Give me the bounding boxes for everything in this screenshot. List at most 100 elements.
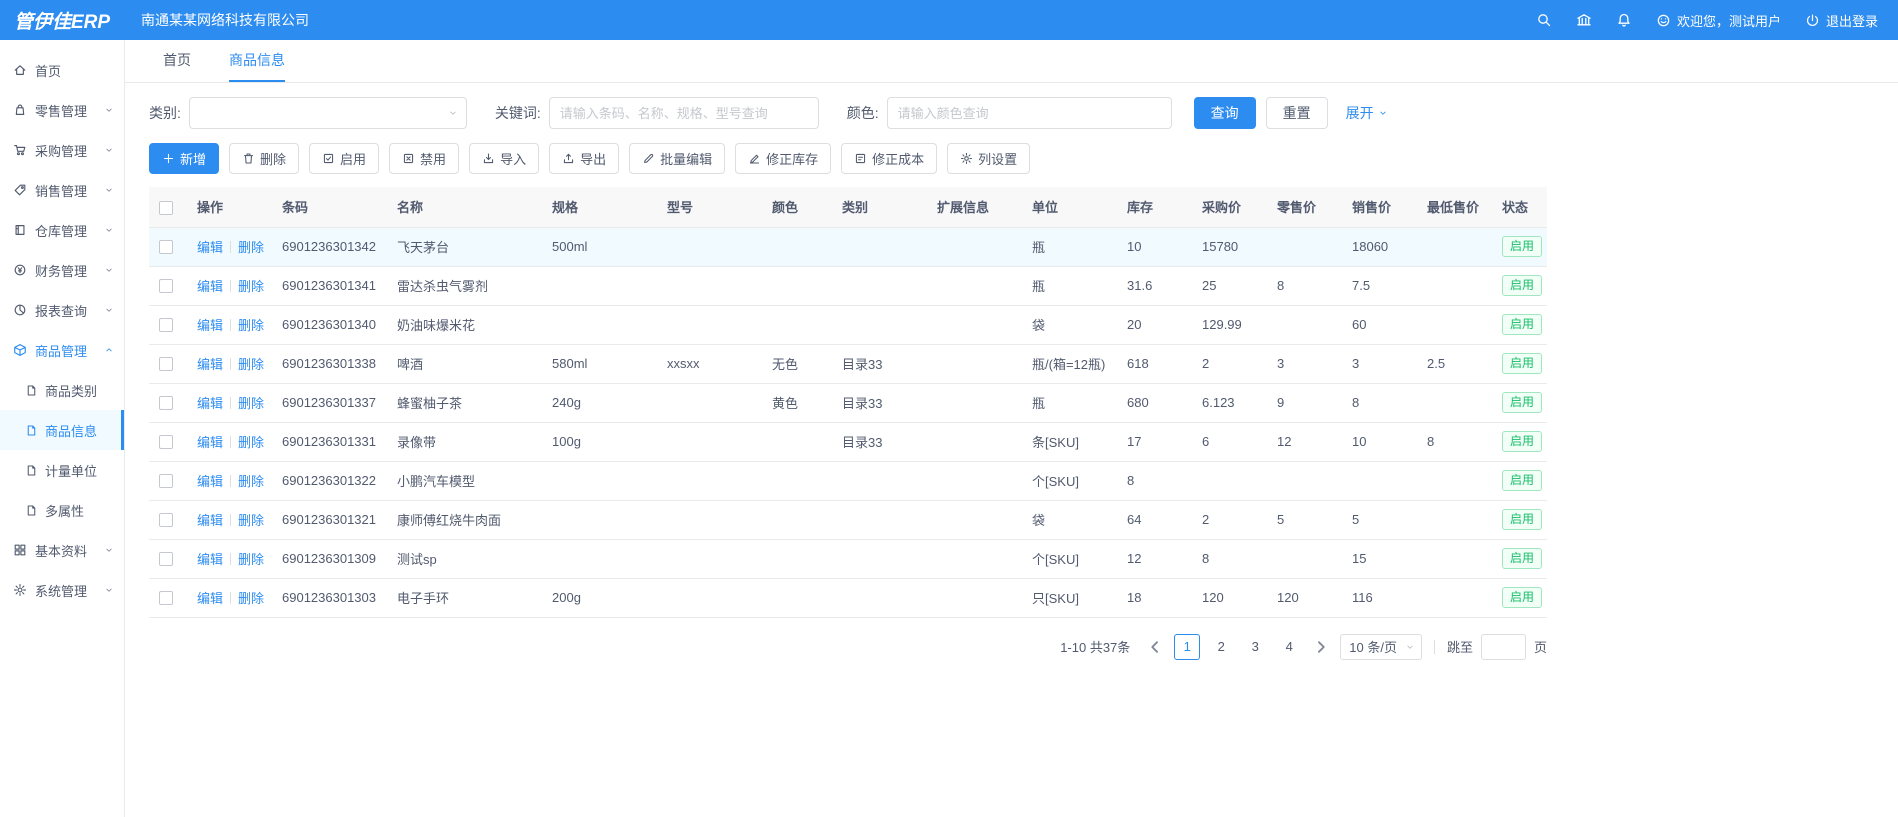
doc-icon — [25, 464, 38, 477]
fix-cost-button[interactable]: 修正成本 — [841, 143, 937, 174]
page-button-1[interactable]: 1 — [1174, 634, 1200, 660]
tab-home[interactable]: 首页 — [163, 40, 191, 82]
sidebar-subitem-product-category[interactable]: 商品类别 — [0, 370, 124, 410]
bank-icon[interactable] — [1576, 12, 1592, 28]
delete-link[interactable]: 删除 — [238, 240, 264, 255]
cell-barcode: 6901236301321 — [272, 500, 387, 539]
retail-icon — [13, 103, 27, 117]
color-input[interactable] — [887, 97, 1172, 129]
cell-color — [762, 578, 832, 617]
sidebar-subitem-measure-unit[interactable]: 计量单位 — [0, 450, 124, 490]
jump-page-input[interactable] — [1481, 634, 1526, 660]
table-row: 编辑删除6901236301303电子手环200g只[SKU]181201201… — [149, 578, 1547, 617]
logout-button[interactable]: 退出登录 — [1805, 11, 1878, 30]
doc-icon — [25, 504, 38, 517]
edit-link[interactable]: 编辑 — [197, 591, 223, 606]
row-checkbox[interactable] — [159, 357, 173, 371]
cell-retail: 9 — [1267, 383, 1342, 422]
toolbar-button-label: 启用 — [340, 149, 366, 168]
delete-link[interactable]: 删除 — [238, 513, 264, 528]
column-header: 颜色 — [762, 187, 832, 227]
toolbar-button-label: 导出 — [580, 149, 606, 168]
row-checkbox[interactable] — [159, 240, 173, 254]
sidebar-item-basedata[interactable]: 基本资料 — [0, 530, 124, 570]
cell-purchase: 6 — [1192, 422, 1267, 461]
cell-purchase: 15780 — [1192, 227, 1267, 266]
sidebar-item-finance[interactable]: 财务管理 — [0, 250, 124, 290]
search-icon[interactable] — [1536, 12, 1552, 28]
row-checkbox[interactable] — [159, 474, 173, 488]
tab-product-info[interactable]: 商品信息 — [229, 40, 285, 82]
header-checkbox[interactable] — [159, 201, 173, 215]
link-divider — [230, 358, 231, 370]
sidebar-item-product[interactable]: 商品管理 — [0, 330, 124, 370]
page-button-2[interactable]: 2 — [1208, 634, 1234, 660]
search-button[interactable]: 查询 — [1194, 97, 1256, 129]
page-size-select[interactable]: 10 条/页 — [1340, 634, 1422, 660]
delete-link[interactable]: 删除 — [238, 474, 264, 489]
sidebar-subitem-product-info[interactable]: 商品信息 — [0, 410, 124, 450]
cell-sale: 18060 — [1342, 227, 1417, 266]
sidebar-item-report[interactable]: 报表查询 — [0, 290, 124, 330]
sidebar-item-warehouse[interactable]: 仓库管理 — [0, 210, 124, 250]
edit-link[interactable]: 编辑 — [197, 513, 223, 528]
page-button-3[interactable]: 3 — [1242, 634, 1268, 660]
delete-link[interactable]: 删除 — [238, 396, 264, 411]
sidebar-item-home[interactable]: 首页 — [0, 50, 124, 90]
edit-link[interactable]: 编辑 — [197, 474, 223, 489]
edit-link[interactable]: 编辑 — [197, 318, 223, 333]
column-header: 销售价 — [1342, 187, 1417, 227]
delete-link[interactable]: 删除 — [238, 552, 264, 567]
sidebar-subitem-multi-attribute[interactable]: 多属性 — [0, 490, 124, 530]
cell-model — [657, 383, 762, 422]
delete-link[interactable]: 删除 — [238, 357, 264, 372]
disable-button[interactable]: 禁用 — [389, 143, 459, 174]
sidebar-item-retail[interactable]: 零售管理 — [0, 90, 124, 130]
row-checkbox[interactable] — [159, 435, 173, 449]
add-button[interactable]: 新增 — [149, 143, 219, 174]
row-checkbox[interactable] — [159, 591, 173, 605]
cell-status: 启用 — [1492, 578, 1547, 617]
prev-page-icon[interactable] — [1144, 635, 1166, 659]
fix-stock-button[interactable]: 修正库存 — [735, 143, 831, 174]
row-checkbox[interactable] — [159, 513, 173, 527]
cell-sale: 10 — [1342, 422, 1417, 461]
sidebar-item-system[interactable]: 系统管理 — [0, 570, 124, 610]
sidebar-item-purchase[interactable]: 采购管理 — [0, 130, 124, 170]
keyword-input[interactable] — [549, 97, 819, 129]
table-row: 编辑删除6901236301337蜂蜜柚子茶240g黄色目录33瓶6806.12… — [149, 383, 1547, 422]
edit-link[interactable]: 编辑 — [197, 357, 223, 372]
batch-edit-button[interactable]: 批量编辑 — [629, 143, 725, 174]
edit-link[interactable]: 编辑 — [197, 396, 223, 411]
category-select[interactable] — [189, 97, 467, 129]
status-badge: 启用 — [1502, 392, 1542, 414]
welcome-user[interactable]: 欢迎您，测试用户 — [1656, 11, 1781, 30]
row-checkbox[interactable] — [159, 396, 173, 410]
bell-icon[interactable] — [1616, 12, 1632, 28]
import-button[interactable]: 导入 — [469, 143, 539, 174]
reset-button[interactable]: 重置 — [1266, 97, 1328, 129]
column-header: 型号 — [657, 187, 762, 227]
edit-link[interactable]: 编辑 — [197, 435, 223, 450]
sidebar-item-sales[interactable]: 销售管理 — [0, 170, 124, 210]
edit-link[interactable]: 编辑 — [197, 279, 223, 294]
column-settings-button[interactable]: 列设置 — [947, 143, 1030, 174]
delete-link[interactable]: 删除 — [238, 435, 264, 450]
row-checkbox[interactable] — [159, 318, 173, 332]
delete-link[interactable]: 删除 — [238, 318, 264, 333]
row-checkbox[interactable] — [159, 552, 173, 566]
page-button-4[interactable]: 4 — [1276, 634, 1302, 660]
edit-link[interactable]: 编辑 — [197, 240, 223, 255]
delete-button[interactable]: 删除 — [229, 143, 299, 174]
edit-link[interactable]: 编辑 — [197, 552, 223, 567]
next-page-icon[interactable] — [1310, 635, 1332, 659]
cell-retail — [1267, 305, 1342, 344]
expand-link[interactable]: 展开 — [1346, 103, 1388, 123]
row-checkbox[interactable] — [159, 279, 173, 293]
enable-button[interactable]: 启用 — [309, 143, 379, 174]
pager-divider — [1434, 640, 1435, 654]
export-button[interactable]: 导出 — [549, 143, 619, 174]
delete-link[interactable]: 删除 — [238, 591, 264, 606]
delete-link[interactable]: 删除 — [238, 279, 264, 294]
cell-color — [762, 305, 832, 344]
